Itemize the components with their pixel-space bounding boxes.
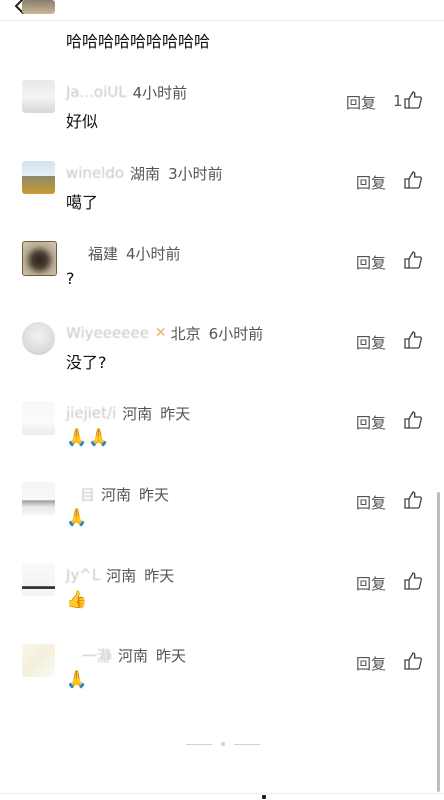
comment-text: 🙏 bbox=[66, 670, 89, 690]
comment-meta: 福建 4小时前 bbox=[88, 242, 181, 264]
thumbs-up-icon[interactable] bbox=[403, 90, 423, 110]
comment-text: 🙏🙏 bbox=[66, 428, 111, 448]
reply-button[interactable]: 回复 bbox=[356, 252, 386, 273]
comment-text: 🙏 bbox=[66, 508, 89, 528]
reply-button[interactable]: 回复 bbox=[356, 412, 386, 433]
comment-meta: Wiyeeeeee ✕ 北京 6小时前 bbox=[66, 322, 263, 344]
avatar[interactable] bbox=[22, 0, 55, 14]
divider bbox=[234, 743, 260, 745]
thumbs-up-icon[interactable] bbox=[403, 170, 423, 190]
comment-time: 昨天 bbox=[160, 404, 191, 423]
comment-time: 昨天 bbox=[139, 485, 170, 504]
comment-region: 福建 bbox=[88, 244, 119, 263]
comment-text: ? bbox=[66, 269, 75, 288]
comment-text: 没了? bbox=[66, 353, 107, 372]
dot-icon bbox=[221, 742, 225, 746]
thumbs-up-icon[interactable] bbox=[403, 330, 423, 350]
divider bbox=[186, 743, 212, 745]
comment-region: 北京 bbox=[170, 324, 201, 343]
avatar[interactable] bbox=[22, 563, 55, 596]
reply-button[interactable]: 回复 bbox=[346, 92, 376, 113]
comment-item: 哈哈哈哈哈哈哈哈哈 bbox=[0, 0, 444, 80]
comment-meta: Jy^L 河南 昨天 bbox=[66, 564, 174, 586]
reply-button[interactable]: 回复 bbox=[356, 492, 386, 513]
comment-text: 👍 bbox=[66, 590, 89, 610]
thumbs-up-icon[interactable] bbox=[403, 651, 423, 671]
comment-time: 昨天 bbox=[156, 646, 187, 665]
comment-meta: 目 河南 昨天 bbox=[80, 483, 169, 505]
thumbs-up-icon[interactable] bbox=[403, 250, 423, 270]
username[interactable]: 一瀞 bbox=[82, 645, 112, 666]
username[interactable]: wineldo bbox=[66, 164, 124, 182]
like-count: 1 bbox=[393, 92, 403, 110]
username[interactable]: 目 bbox=[80, 484, 95, 505]
comment-time: 4小时前 bbox=[132, 83, 188, 102]
avatar[interactable] bbox=[22, 482, 55, 515]
comment-time: 4小时前 bbox=[126, 244, 181, 263]
comment-region: 河南 bbox=[118, 646, 149, 665]
comment-meta: 一瀞 河南 昨天 bbox=[82, 644, 186, 666]
avatar[interactable] bbox=[22, 161, 55, 194]
end-of-list-indicator bbox=[186, 740, 260, 748]
comment-region: 湖南 bbox=[130, 164, 161, 183]
thumbs-up-icon[interactable] bbox=[403, 490, 423, 510]
comment-text: 噶了 bbox=[66, 193, 99, 212]
avatar[interactable] bbox=[22, 241, 57, 276]
reply-button[interactable]: 回复 bbox=[356, 653, 386, 674]
comment-item: 福建 4小时前 ? 回复 bbox=[0, 238, 444, 318]
bottom-divider bbox=[0, 793, 444, 794]
comment-item: 一瀞 河南 昨天 🙏 回复 bbox=[0, 638, 444, 718]
avatar[interactable] bbox=[22, 644, 55, 677]
comment-text: 好似 bbox=[66, 112, 99, 131]
comment-meta: jiejiet/i 河南 昨天 bbox=[66, 402, 190, 424]
avatar[interactable] bbox=[22, 322, 55, 355]
comment-item: jiejiet/i 河南 昨天 🙏🙏 回复 bbox=[0, 398, 444, 478]
comment-item: 目 河南 昨天 🙏 回复 bbox=[0, 478, 444, 558]
reply-button[interactable]: 回复 bbox=[356, 332, 386, 353]
comment-region: 河南 bbox=[101, 485, 132, 504]
comment-time: 3小时前 bbox=[168, 164, 223, 183]
comment-region: 河南 bbox=[122, 404, 153, 423]
comment-time: 6小时前 bbox=[208, 324, 264, 343]
username[interactable]: jiejiet/i bbox=[66, 404, 116, 422]
username[interactable]: Wiyeeeeee bbox=[66, 324, 149, 342]
bottom-bar-marker bbox=[262, 795, 266, 799]
comment-list: 哈哈哈哈哈哈哈哈哈 Ja...oiUL 4小时前 好似 回复 1 wineldo… bbox=[0, 0, 444, 760]
avatar[interactable] bbox=[22, 402, 55, 435]
comment-item: Jy^L 河南 昨天 👍 回复 bbox=[0, 558, 444, 638]
scrollbar[interactable] bbox=[437, 492, 440, 792]
comment-time: 昨天 bbox=[144, 566, 175, 585]
reply-button[interactable]: 回复 bbox=[356, 573, 386, 594]
comment-item: Ja...oiUL 4小时前 好似 回复 1 bbox=[0, 78, 444, 158]
comment-item: wineldo 湖南 3小时前 噶了 回复 bbox=[0, 158, 444, 238]
comment-text: 哈哈哈哈哈哈哈哈哈 bbox=[66, 32, 211, 51]
comment-meta: wineldo 湖南 3小时前 bbox=[66, 162, 223, 184]
thumbs-up-icon[interactable] bbox=[403, 410, 423, 430]
reply-button[interactable]: 回复 bbox=[356, 172, 386, 193]
username[interactable]: Jy^L bbox=[66, 566, 100, 584]
user-badge-icon: ✕ bbox=[154, 325, 167, 341]
comment-meta: Ja...oiUL 4小时前 bbox=[66, 81, 187, 103]
avatar[interactable] bbox=[22, 80, 55, 113]
comment-item: Wiyeeeeee ✕ 北京 6小时前 没了? 回复 bbox=[0, 318, 444, 398]
username[interactable]: Ja...oiUL bbox=[66, 83, 127, 101]
comment-region: 河南 bbox=[106, 566, 137, 585]
thumbs-up-icon[interactable] bbox=[403, 571, 423, 591]
